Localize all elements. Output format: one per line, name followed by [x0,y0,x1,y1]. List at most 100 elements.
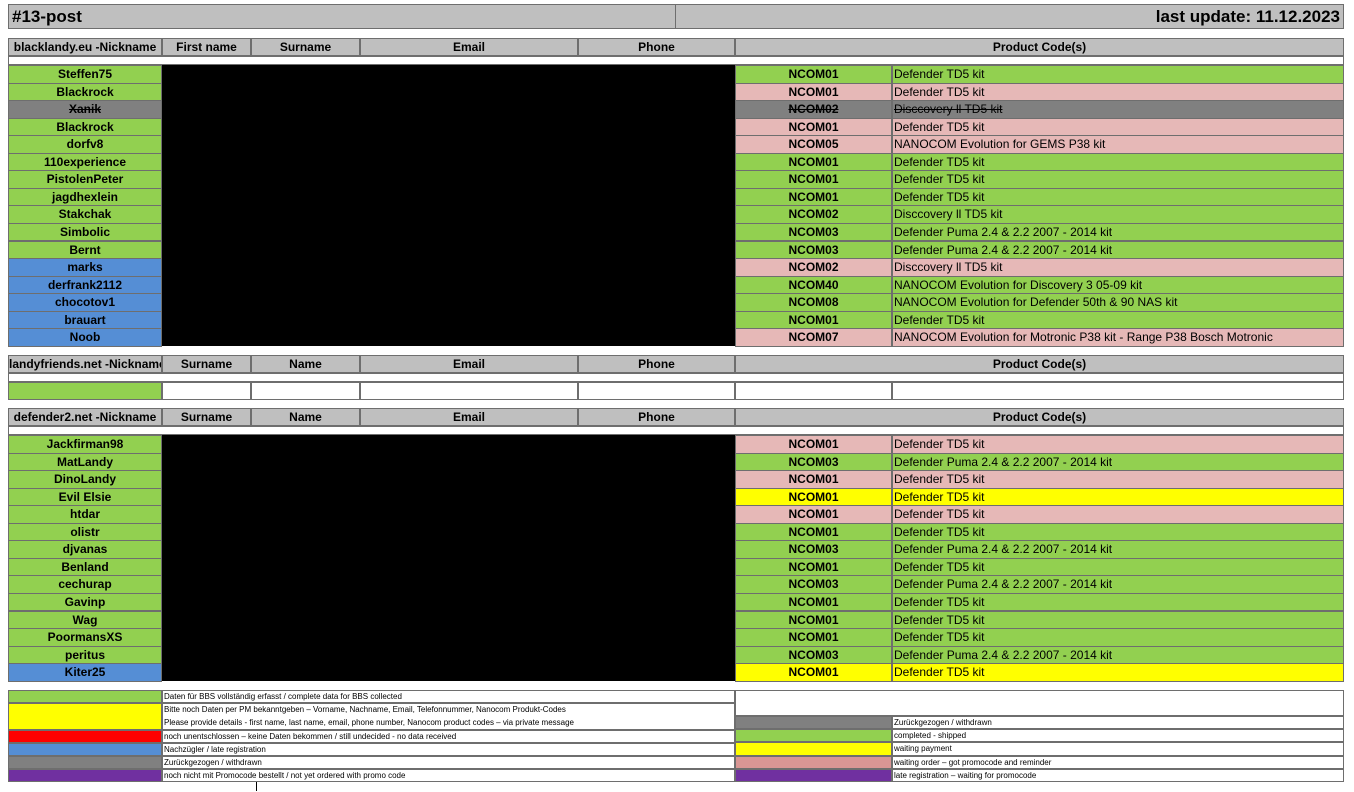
nickname-cell: Xanik [8,100,162,119]
empty-cell [360,382,578,400]
product-code-cell: NCOM01 [735,187,892,207]
legend-swatch-yellow [8,703,162,730]
product-name-cell: NANOCOM Evolution for Discovery 3 05-09 … [892,275,1344,295]
product-code-cell: NCOM01 [735,310,892,330]
product-name-cell: Disccovery ll TD5 kit [892,258,1344,277]
legend-swatch-yellow [735,742,892,756]
product-code-cell: NCOM01 [735,505,892,524]
legend-label: Zurückgezogen / withdrawn [892,716,1344,730]
nickname-cell: cechurap [8,575,162,594]
legend-label: waiting order – got promocode and remind… [892,755,1344,769]
product-code-cell: NCOM40 [735,275,892,295]
product-code-cell: NCOM01 [735,610,892,630]
product-name-cell: NANOCOM Evolution for GEMS P38 kit [892,135,1344,154]
product-code-cell: NCOM03 [735,540,892,559]
legend-label: noch nicht mit Promocode bestellt / not … [162,769,735,782]
product-name-cell: Defender TD5 kit [892,522,1344,542]
empty-cell [251,382,360,400]
legend-text: Bitte noch Daten per PM bekanntgeben – V… [164,705,566,714]
legend-text: completed - shipped [894,731,967,741]
nickname-cell: Stakchak [8,205,162,224]
product-code-cell: NCOM01 [735,65,892,84]
nickname-cell: Bernt [8,240,162,260]
nickname-cell: DinoLandy [8,470,162,489]
product-code-cell: NCOM01 [735,592,892,612]
product-name-cell: Defender TD5 kit [892,170,1344,189]
product-code-cell: NCOM05 [735,135,892,154]
product-code-cell: NCOM01 [735,152,892,172]
product-name-cell: Defender TD5 kit [892,435,1344,454]
section-2-header-0: defender2.net -Nickname [8,408,162,426]
spreadsheet-page: { "title_left": "#13-post", "title_right… [0,0,1354,792]
nickname-cell: marks [8,258,162,277]
legend-swatch-green [8,690,162,703]
legend-label: waiting payment [892,742,1344,756]
product-name-cell: Defender TD5 kit [892,628,1344,647]
legend-label: Zurückgezogen / withdrawn [162,756,735,769]
product-name-cell: NANOCOM Evolution for Defender 50th & 90… [892,293,1344,312]
product-code-cell: NCOM02 [735,100,892,119]
product-code-cell: NCOM02 [735,205,892,224]
nickname-cell: Gavinp [8,592,162,612]
product-name-cell: Disccovery ll TD5 kit [892,100,1344,119]
product-name-cell: Defender TD5 kit [892,610,1344,630]
legend-text: Daten für BBS vollständig erfasst / comp… [164,692,402,701]
product-code-cell: NCOM02 [735,258,892,277]
section-2-header-2: Name [251,408,360,426]
product-name-cell: Defender Puma 2.4 & 2.2 2007 - 2014 kit [892,540,1344,559]
section-2-spacer [8,426,1344,435]
legend-swatch-green [735,729,892,743]
legend-text: waiting payment [894,744,952,754]
section-1-spacer [8,373,1344,382]
product-code-cell: NCOM01 [735,628,892,647]
nickname-cell: Blackrock [8,82,162,102]
product-name-cell: Defender TD5 kit [892,187,1344,207]
legend-label: Nachzügler / late registration [162,743,735,756]
title-left: #13-post [8,4,676,29]
legend-text: Zurückgezogen / withdrawn [894,718,992,727]
legend-swatch-gray [8,756,162,769]
product-name-cell: Defender TD5 kit [892,557,1344,577]
section-0-header-1: First name [162,38,251,56]
nickname-cell: brauart [8,310,162,330]
nickname-cell: htdar [8,505,162,524]
section-1-header-0: landyfriends.net -Nickname [8,355,162,373]
nickname-cell: PoormansXS [8,628,162,647]
section-2-header-4: Phone [578,408,735,426]
product-name-cell: Defender TD5 kit [892,505,1344,524]
nickname-cell: Evil Elsie [8,487,162,507]
nickname-cell: peritus [8,645,162,665]
legend-text: noch unentschlossen – keine Daten bekomm… [164,732,457,741]
redacted-personal-data [162,435,735,681]
product-name-cell: Defender TD5 kit [892,592,1344,612]
product-code-cell: NCOM01 [735,82,892,102]
product-code-cell: NCOM08 [735,293,892,312]
product-code-cell: NCOM03 [735,645,892,665]
product-name-cell: Defender Puma 2.4 & 2.2 2007 - 2014 kit [892,222,1344,242]
legend-text: late registration – waiting for promocod… [894,770,1037,780]
legend-label: completed - shipped [892,729,1344,743]
product-code-cell: NCOM01 [735,170,892,189]
title-right: last update: 11.12.2023 [675,4,1344,29]
product-code-cell: NCOM01 [735,435,892,454]
legend-label: late registration – waiting for promocod… [892,768,1344,782]
product-name-cell: Disccovery ll TD5 kit [892,205,1344,224]
empty-cell [162,382,251,400]
legend-swatch-purple [735,768,892,782]
empty-cell [578,382,735,400]
legend-label: Bitte noch Daten per PM bekanntgeben – V… [162,703,735,730]
legend-text: Please provide details - first name, las… [164,717,574,727]
section-1-header-1: Surname [162,355,251,373]
product-name-cell: Defender TD5 kit [892,310,1344,330]
nickname-cell: Kiter25 [8,663,162,682]
legend-swatch-blue [8,743,162,756]
cell-border-tick [256,782,257,791]
nickname-cell: MatLandy [8,452,162,472]
product-code-cell: NCOM01 [735,557,892,577]
section-0-header-0: blacklandy.eu -Nickname [8,38,162,56]
nickname-cell: Noob [8,328,162,347]
product-name-cell: NANOCOM Evolution for Motronic P38 kit -… [892,328,1344,347]
nickname-cell: dorfv8 [8,135,162,154]
product-name-cell: Defender Puma 2.4 & 2.2 2007 - 2014 kit [892,240,1344,260]
legend-right-blank [735,690,1344,716]
